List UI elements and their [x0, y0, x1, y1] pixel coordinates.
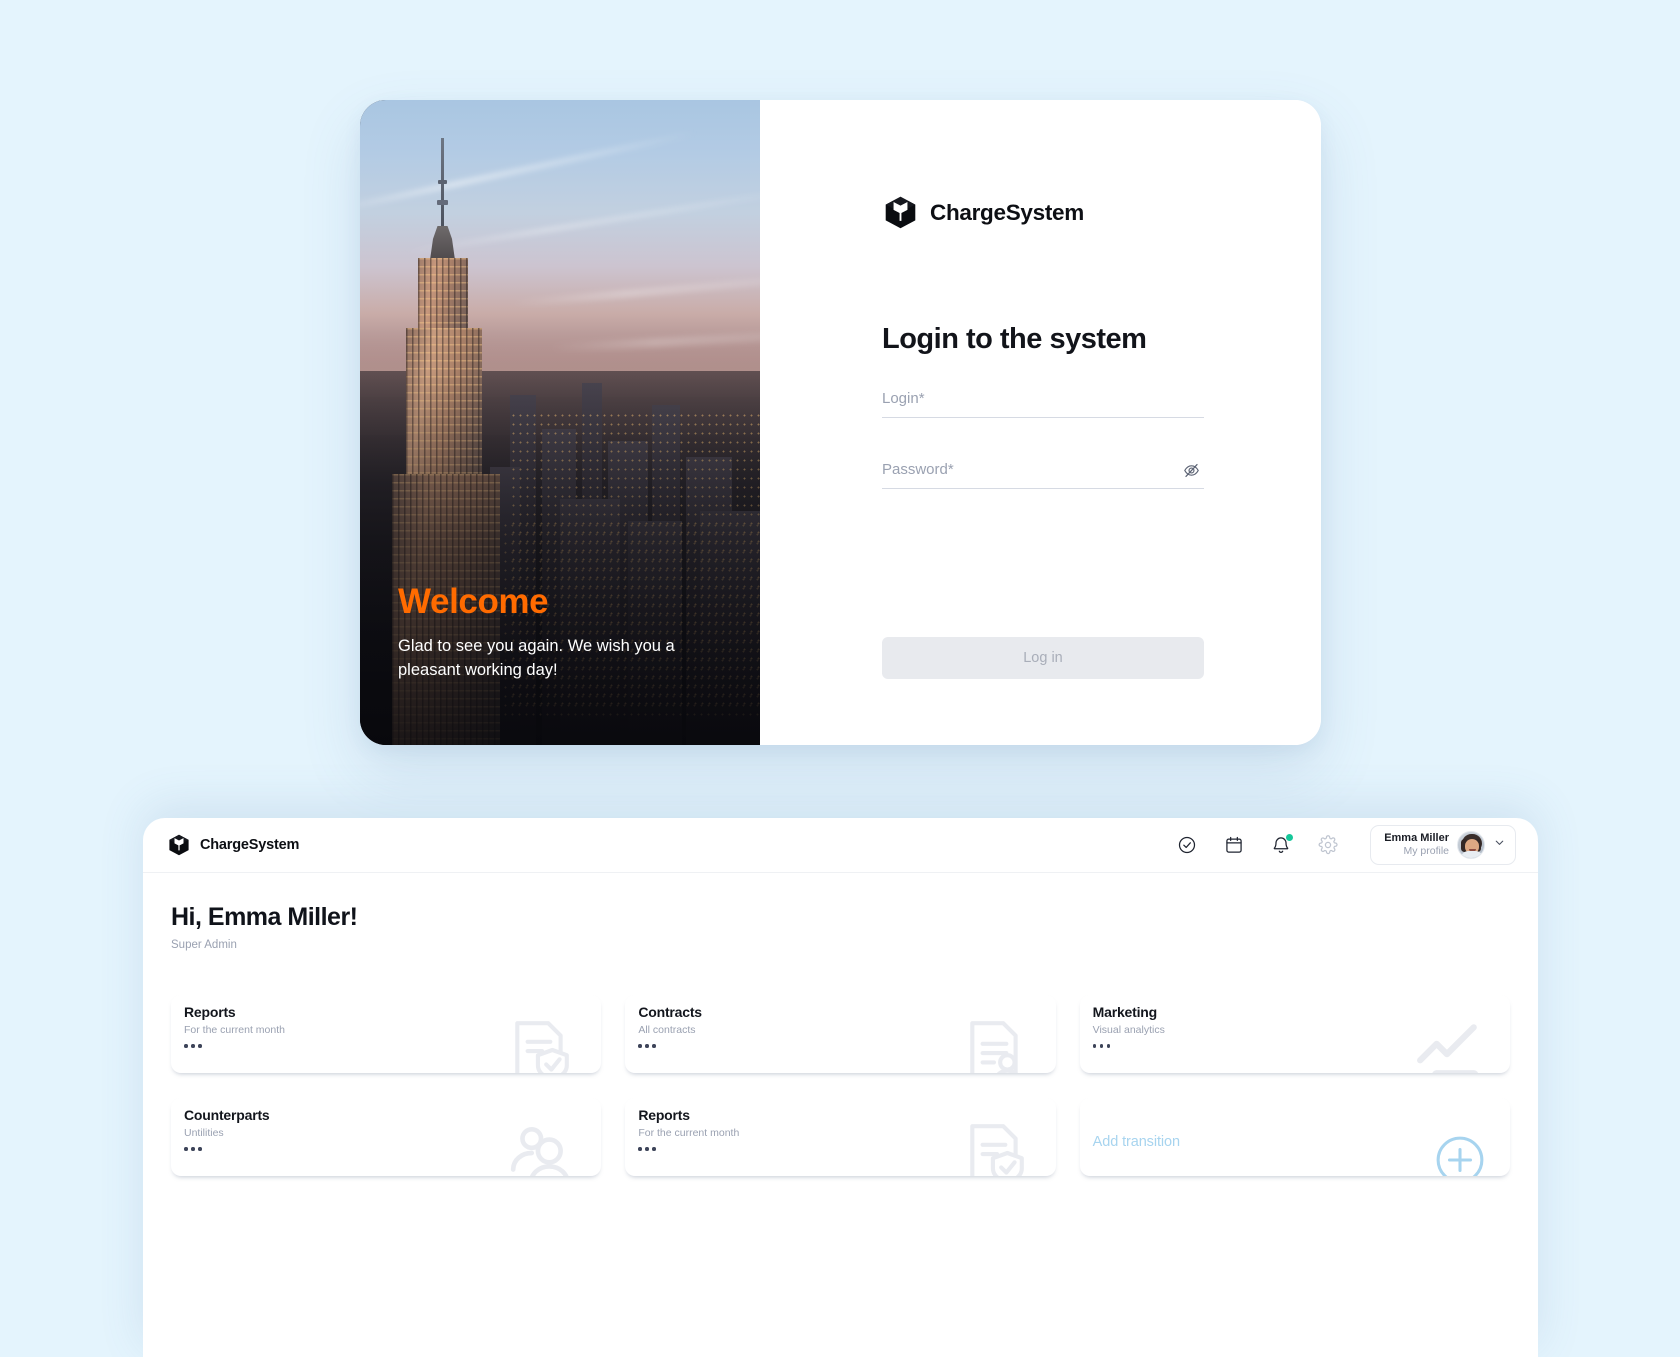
brand-name: ChargeSystem: [930, 199, 1084, 225]
login-submit-button[interactable]: Log in: [882, 637, 1204, 679]
ellipsis-icon[interactable]: [184, 1147, 202, 1151]
card-title: Reports: [184, 1004, 236, 1020]
login-hero-panel: Welcome Glad to see you again. We wish y…: [360, 100, 760, 745]
hero-gradient-overlay: [360, 370, 760, 745]
login-form-panel: ChargeSystem Login to the system Log in: [760, 100, 1321, 745]
login-field-wrapper: [882, 390, 1204, 418]
dashboard-card-grid: Reports For the current month Contracts: [171, 995, 1510, 1176]
profile-text: Emma Miller My profile: [1384, 832, 1449, 859]
profile-menu-button[interactable]: Emma Miller My profile: [1370, 825, 1516, 865]
user-role: Super Admin: [171, 939, 237, 951]
card-subtitle: All contracts: [638, 1024, 696, 1036]
esb-antenna: [437, 138, 448, 230]
dashboard-window: ChargeSystem Emma Miller My profile Hi, …: [143, 818, 1538, 1357]
ellipsis-icon[interactable]: [184, 1044, 202, 1048]
ellipsis-icon[interactable]: [638, 1147, 656, 1151]
check-circle-icon[interactable]: [1174, 832, 1200, 858]
dashboard-header: ChargeSystem Emma Miller My profile: [143, 818, 1538, 873]
profile-name: Emma Miller: [1384, 831, 1449, 844]
card-subtitle: Visual analytics: [1092, 1024, 1165, 1036]
dashboard-card-counterparts[interactable]: Counterparts Untilities: [171, 1098, 602, 1176]
card-subtitle: Untilities: [184, 1127, 224, 1139]
ellipsis-icon[interactable]: [638, 1044, 656, 1048]
dashboard-brand[interactable]: ChargeSystem: [167, 833, 299, 857]
bell-icon[interactable]: [1268, 832, 1294, 858]
card-title: Marketing: [1092, 1004, 1158, 1020]
chevron-down-icon: [1493, 836, 1506, 854]
page-title: Login to the system: [882, 323, 1147, 355]
ellipsis-icon[interactable]: [1092, 1044, 1111, 1048]
avatar: [1457, 831, 1485, 859]
card-title: Reports: [638, 1107, 690, 1123]
notification-badge: [1286, 834, 1294, 841]
esb-windows: [418, 258, 468, 330]
add-transition-card[interactable]: Add transition: [1079, 1098, 1510, 1176]
dashboard-card-contracts[interactable]: Contracts All contracts: [625, 995, 1056, 1073]
hero-text-block: Welcome Glad to see you again. We wish y…: [398, 584, 698, 683]
card-subtitle: For the current month: [184, 1024, 285, 1036]
esb-upper-tower: [418, 258, 468, 330]
dashboard-body: Hi, Emma Miller! Super Admin Reports For…: [143, 873, 1538, 1176]
header-actions: Emma Miller My profile: [1174, 825, 1516, 865]
password-field-wrapper: [882, 461, 1204, 489]
cube-icon: [167, 833, 191, 857]
eye-off-icon[interactable]: [1178, 457, 1204, 483]
login-brand: ChargeSystem: [882, 194, 1084, 231]
login-input[interactable]: [882, 390, 1204, 407]
card-subtitle: For the current month: [638, 1127, 740, 1139]
dashboard-card-marketing[interactable]: Marketing Visual analytics: [1079, 995, 1510, 1073]
plus-circle-icon[interactable]: [1432, 1132, 1488, 1176]
password-input[interactable]: [882, 461, 1204, 478]
calendar-icon[interactable]: [1221, 832, 1247, 858]
dashboard-card-reports-2[interactable]: Reports For the current month: [625, 1098, 1056, 1176]
esb-crown: [430, 226, 455, 260]
hero-subtitle: Glad to see you again. We wish you a ple…: [398, 637, 675, 680]
login-card: Welcome Glad to see you again. We wish y…: [360, 100, 1321, 745]
gear-icon[interactable]: [1315, 832, 1341, 858]
card-title: Contracts: [638, 1004, 702, 1020]
add-transition-label: Add transition: [1092, 1133, 1180, 1150]
dashboard-card-reports[interactable]: Reports For the current month: [171, 995, 602, 1073]
hero-title: Welcome: [398, 582, 549, 622]
page-greeting: Hi, Emma Miller!: [171, 903, 358, 931]
dashboard-brand-name: ChargeSystem: [200, 837, 300, 853]
cube-icon: [882, 194, 919, 231]
profile-link-label: My profile: [1403, 845, 1449, 858]
card-title: Counterparts: [184, 1107, 270, 1123]
